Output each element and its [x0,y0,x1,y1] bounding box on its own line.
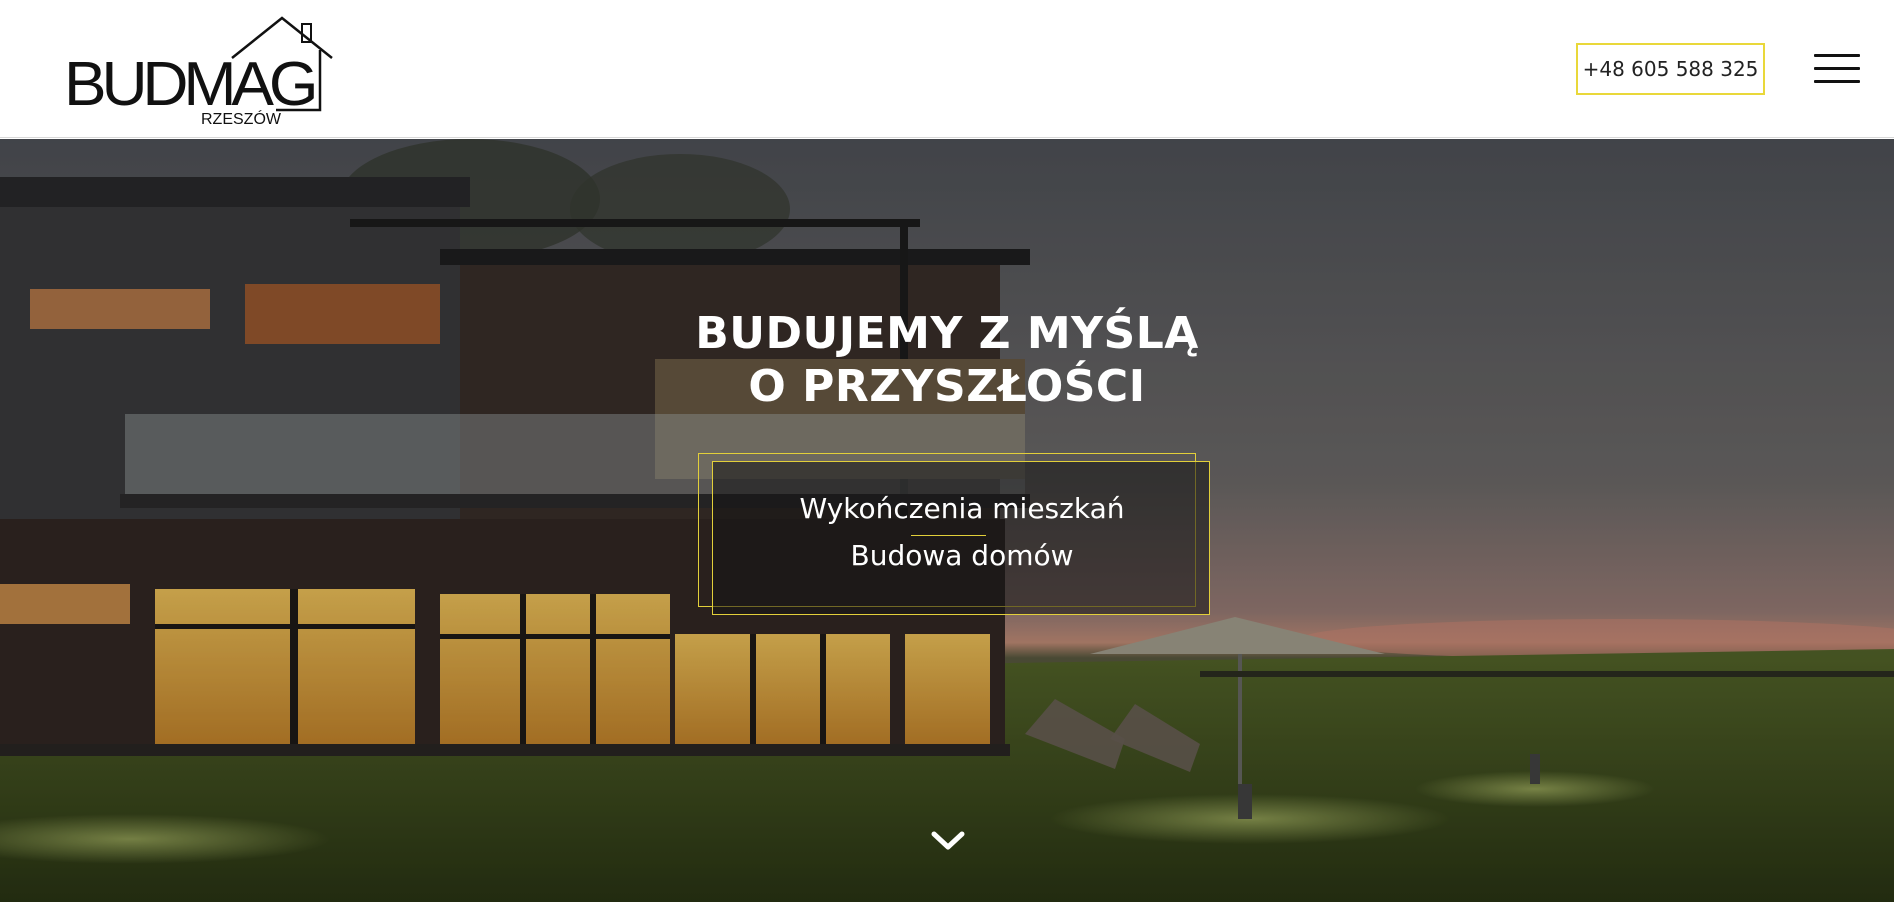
services-box: Wykończenia mieszkań Budowa domów [712,461,1210,615]
hero-title: BUDUJEMY Z MYŚLĄ O PRZYSZŁOŚCI [547,307,1347,413]
hero-title-line2: O PRZYSZŁOŚCI [748,361,1146,412]
chevron-down-icon[interactable] [930,829,966,853]
hero-title-line1: BUDUJEMY Z MYŚLĄ [695,308,1199,359]
service-item-finishing[interactable]: Wykończenia mieszkań [713,492,1211,525]
hamburger-menu-icon[interactable] [1814,52,1860,86]
logo-text: BUDMAG [64,50,319,119]
service-item-house-building[interactable]: Budowa domów [713,539,1211,572]
logo-subtext: RZESZÓW [201,111,281,128]
site-header: BUDMAG RZESZÓW +48 605 588 325 [0,0,1894,138]
phone-button[interactable]: +48 605 588 325 [1576,43,1765,95]
hero-section: BUDUJEMY Z MYŚLĄ O PRZYSZŁOŚCI Wykończen… [0,139,1894,902]
logo[interactable]: BUDMAG RZESZÓW [64,14,340,128]
service-divider [911,535,986,536]
